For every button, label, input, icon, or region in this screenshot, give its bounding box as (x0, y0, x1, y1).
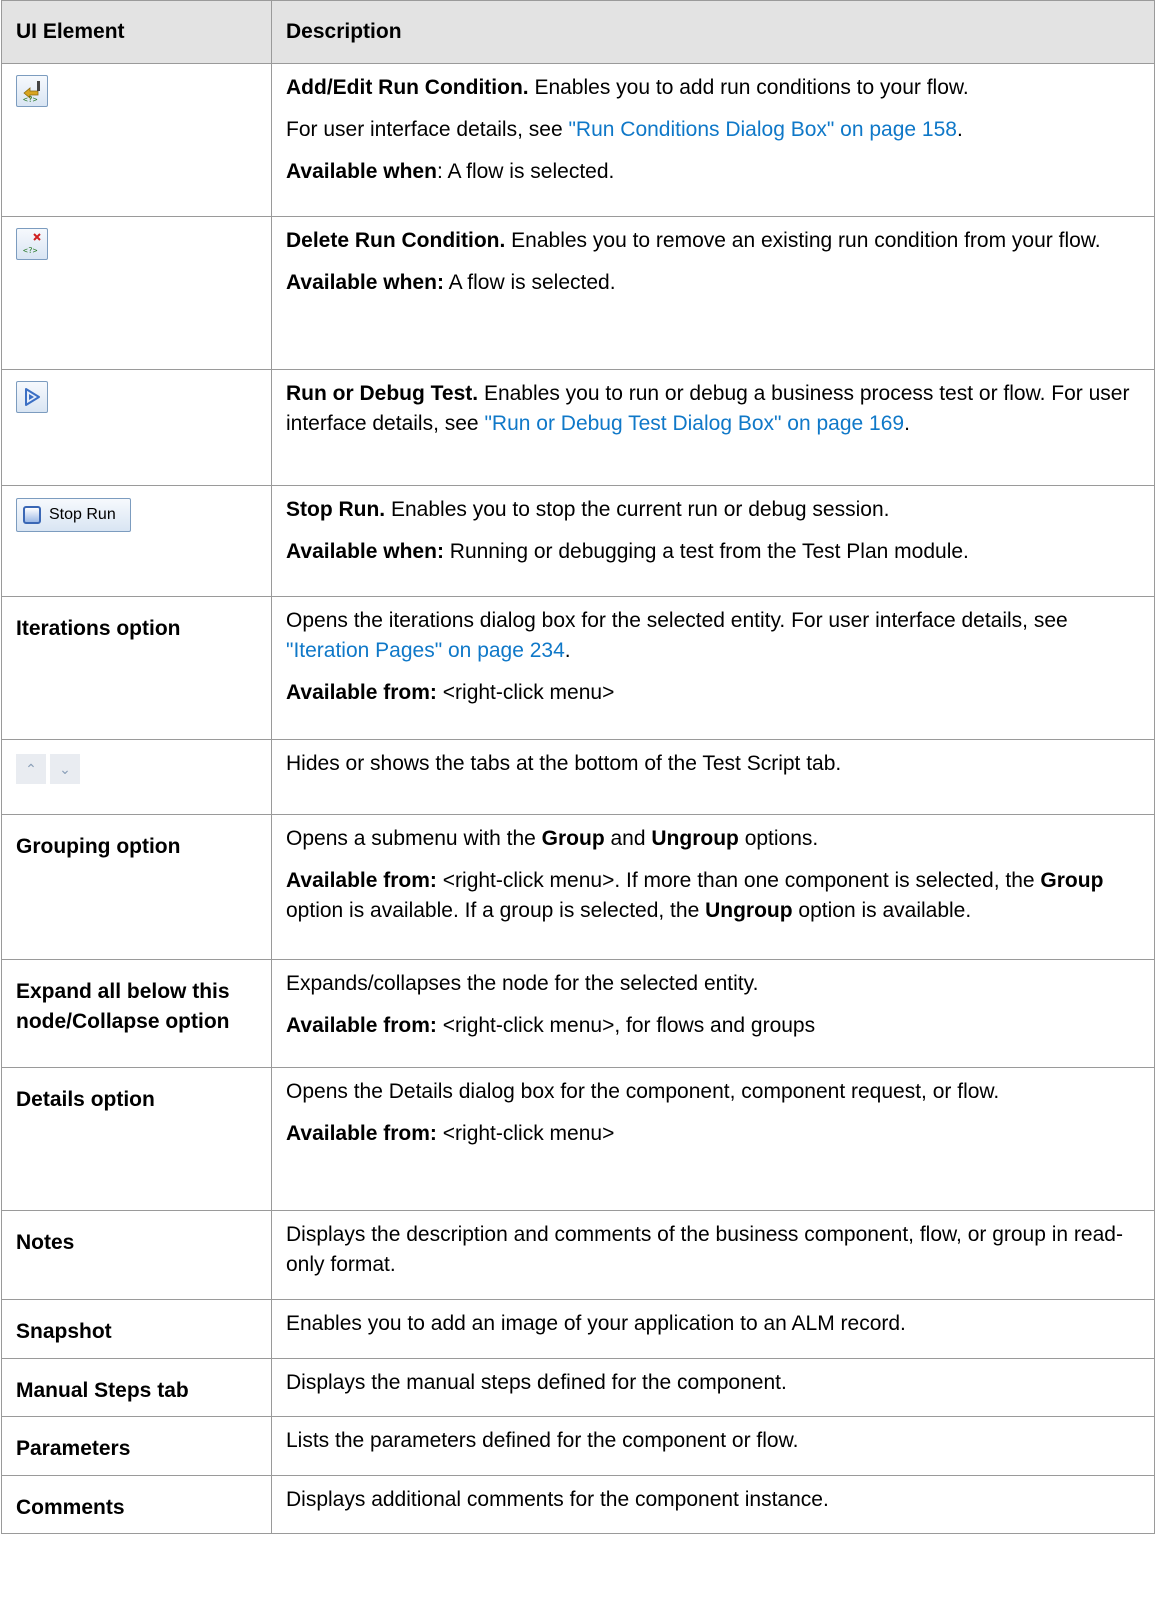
run-debug-icon[interactable] (16, 381, 48, 413)
snapshot-text: Enables you to add an image of your appl… (286, 1312, 906, 1335)
svg-text:<?>: <?> (23, 95, 38, 103)
grouping-avail-label: Available from: (286, 869, 437, 892)
table-row-stop-run: Stop Run Stop Run. Enables you to stop t… (1, 485, 1155, 597)
collapse-tabs-icon[interactable]: ⌃ (16, 754, 46, 784)
table-row-add-edit-run-condition: <?> Add/Edit Run Condition. Enables you … (1, 63, 1155, 217)
details-avail-text: <right-click menu> (436, 1122, 615, 1145)
add-edit-title: Add/Edit Run Condition. (286, 76, 529, 99)
parameters-text: Lists the parameters defined for the com… (286, 1429, 799, 1452)
stop-run-text: Enables you to stop the current run or d… (385, 498, 890, 521)
table-header-row: UI Element Description (1, 0, 1155, 64)
expand-avail-label: Available from: (286, 1014, 437, 1037)
run-debug-suffix: . (904, 412, 910, 435)
delete-run-condition-icon[interactable]: <?> (16, 228, 48, 260)
grouping-t1: Opens a submenu with the (286, 827, 542, 850)
svg-text:<?>: <?> (23, 246, 38, 255)
grouping-a3: option is available. (792, 899, 972, 922)
grouping-element: Grouping option (1, 814, 272, 960)
stop-icon (23, 506, 41, 524)
manual-steps-text: Displays the manual steps defined for th… (286, 1371, 787, 1394)
grouping-t3: options. (738, 827, 819, 850)
header-ui-element: UI Element (1, 0, 272, 64)
add-run-condition-icon[interactable]: <?> (16, 75, 48, 107)
iterations-element: Iterations option (1, 596, 272, 740)
stop-run-avail-label: Available when: (286, 540, 444, 563)
snapshot-element: Snapshot (1, 1299, 272, 1359)
table-row-delete-run-condition: <?> Delete Run Condition. Enables you to… (1, 216, 1155, 370)
delete-title: Delete Run Condition. (286, 229, 506, 252)
delete-text: Enables you to remove an existing run co… (505, 229, 1101, 252)
grouping-t2: and (604, 827, 652, 850)
table-row-notes: Notes Displays the description and comme… (1, 1210, 1155, 1300)
table-row-expand: Expand all below this node/Collapse opti… (1, 959, 1155, 1068)
grouping-a1: <right-click menu>. If more than one com… (436, 869, 1041, 892)
manual-steps-element: Manual Steps tab (1, 1358, 272, 1417)
run-conditions-link[interactable]: "Run Conditions Dialog Box" on page 158 (568, 118, 957, 141)
notes-text: Displays the description and comments of… (286, 1223, 1123, 1276)
details-element: Details option (1, 1067, 272, 1211)
run-debug-dialog-link[interactable]: "Run or Debug Test Dialog Box" on page 1… (484, 412, 904, 435)
details-text: Opens the Details dialog box for the com… (286, 1080, 1000, 1103)
table-row-manual-steps: Manual Steps tab Displays the manual ste… (1, 1358, 1155, 1417)
iteration-pages-link[interactable]: "Iteration Pages" on page 234 (286, 639, 565, 662)
grouping-ab2: Ungroup (705, 899, 793, 922)
notes-element: Notes (1, 1210, 272, 1300)
parameters-element: Parameters (1, 1416, 272, 1476)
iterations-avail-text: <right-click menu> (436, 681, 615, 704)
table-row-run-debug: Run or Debug Test. Enables you to run or… (1, 369, 1155, 486)
stop-run-button-label: Stop Run (49, 506, 116, 523)
comments-element: Comments (1, 1475, 272, 1534)
iterations-avail-label: Available from: (286, 681, 437, 704)
grouping-ab1: Group (1040, 869, 1104, 892)
table-row-grouping: Grouping option Opens a submenu with the… (1, 814, 1155, 960)
delete-avail-label: Available when: (286, 271, 444, 294)
table-row-hide-show: ⌃ ⌄ Hides or shows the tabs at the bottom… (1, 739, 1155, 815)
expand-element: Expand all below this node/Collapse opti… (1, 959, 272, 1068)
add-edit-avail-label: Available when (286, 160, 437, 183)
table-row-comments: Comments Displays additional comments fo… (1, 1475, 1155, 1534)
add-edit-ui-prefix: For user interface details, see (286, 118, 569, 141)
add-edit-ui-suffix: . (956, 118, 963, 141)
stop-run-title: Stop Run. (286, 498, 386, 521)
iterations-suffix: . (564, 639, 571, 662)
grouping-b2: Ungroup (651, 827, 739, 850)
expand-avail-text: <right-click menu>, for flows and groups (436, 1014, 816, 1037)
expand-tabs-icon[interactable]: ⌄ (50, 754, 80, 784)
ui-elements-table: UI Element Description <?> Add/Edit Run … (1, 0, 1155, 1534)
details-avail-label: Available from: (286, 1122, 437, 1145)
run-debug-title: Run or Debug Test. (286, 382, 479, 405)
table-row-details: Details option Opens the Details dialog … (1, 1067, 1155, 1211)
grouping-a2: option is available. If a group is selec… (286, 899, 706, 922)
table-row-iterations: Iterations option Opens the iterations d… (1, 596, 1155, 740)
table-row-parameters: Parameters Lists the parameters defined … (1, 1416, 1155, 1476)
add-edit-avail-text: : A flow is selected. (436, 160, 615, 183)
table-row-snapshot: Snapshot Enables you to add an image of … (1, 1299, 1155, 1359)
add-edit-text: Enables you to add run conditions to you… (528, 76, 969, 99)
comments-text: Displays additional comments for the com… (286, 1488, 829, 1511)
header-description: Description (271, 0, 1155, 64)
grouping-b1: Group (541, 827, 605, 850)
stop-run-avail-text: Running or debugging a test from the Tes… (443, 540, 969, 563)
expand-text: Expands/collapses the node for the selec… (286, 972, 759, 995)
delete-avail-text: A flow is selected. (443, 271, 616, 294)
stop-run-button[interactable]: Stop Run (16, 498, 131, 532)
iterations-text: Opens the iterations dialog box for the … (286, 609, 1068, 632)
hide-show-text: Hides or shows the tabs at the bottom of… (286, 752, 842, 775)
